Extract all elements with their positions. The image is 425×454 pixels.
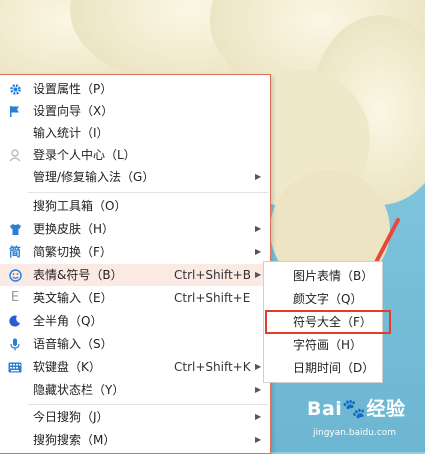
menu-item-label: 登录个人中心（L）: [33, 148, 136, 162]
english-icon: E: [10, 290, 20, 305]
menu-item-settings[interactable]: 设置属性（P）: [0, 78, 268, 100]
menu-item-login[interactable]: 登录个人中心（L）: [0, 144, 268, 166]
menu-item-setup-wizard[interactable]: 设置向导（X）: [0, 100, 268, 122]
menu-item-english-input[interactable]: E 英文输入（E） Ctrl+Shift+E: [0, 287, 268, 309]
submenu-item-label: 图片表情（B）: [293, 269, 374, 283]
baidu-jingyan-watermark: Bai🐾经验 jingyan.baidu.com: [307, 394, 406, 438]
submenu-item-label: 字符画（H）: [293, 338, 363, 352]
context-menu: 设置属性（P） 设置向导（X） 输入统计（I） 登录个人中心（L） 管理/修复输…: [0, 74, 271, 454]
menu-item-label: 管理/修复输入法（G）: [33, 170, 155, 184]
emoji-symbols-submenu: 图片表情（B） 颜文字（Q） 符号大全（F） 字符画（H） 日期时间（D）: [263, 261, 391, 383]
submenu-arrow-icon: ▶: [255, 385, 262, 394]
submenu-arrow-icon: ▶: [255, 224, 262, 233]
submenu-item-symbol-collection[interactable]: 符号大全（F）: [265, 310, 391, 334]
moon-icon: [8, 314, 22, 328]
submenu-item-label: 日期时间（D）: [293, 361, 375, 375]
shirt-icon: [8, 222, 22, 236]
submenu-arrow-icon: ▶: [255, 270, 262, 279]
menu-item-label: 设置向导（X）: [33, 104, 114, 118]
shortcut-label: Ctrl+Shift+E: [174, 291, 251, 305]
menu-item-label: 软键盘（K）: [33, 360, 101, 374]
submenu-item-ascii-art[interactable]: 字符画（H）: [264, 334, 382, 356]
menu-item-label: 今日搜狗（J）: [33, 410, 109, 424]
submenu-arrow-icon: ▶: [255, 435, 262, 444]
submenu-arrow-icon: ▶: [255, 412, 262, 421]
menu-item-voice-input[interactable]: 语音输入（S）: [0, 333, 268, 355]
flag-icon: [8, 104, 22, 118]
submenu-item-picture-emoji[interactable]: 图片表情（B）: [264, 265, 382, 287]
menu-item-toolbox[interactable]: 搜狗工具箱（O）: [0, 195, 268, 217]
menu-item-label: 表情&符号（B）: [33, 268, 123, 282]
gear-icon: [8, 82, 22, 96]
menu-item-sogou-search[interactable]: 搜狗搜索（M） ▶: [0, 429, 268, 451]
menu-item-label: 全半角（Q）: [33, 314, 103, 328]
watermark-logo: Bai🐾经验: [307, 398, 406, 420]
menu-item-label: 语音输入（S）: [33, 337, 113, 351]
watermark-url: jingyan.baidu.com: [313, 428, 397, 438]
menu-item-soft-keyboard[interactable]: 软键盘（K） Ctrl+Shift+K ▶: [0, 356, 268, 378]
shortcut-label: Ctrl+Shift+K: [174, 360, 251, 374]
menu-item-input-stats[interactable]: 输入统计（I）: [0, 122, 268, 144]
submenu-item-date-time[interactable]: 日期时间（D）: [264, 357, 382, 379]
menu-item-change-skin[interactable]: 更换皮肤（H） ▶: [0, 218, 268, 240]
submenu-item-label: 符号大全（F）: [293, 315, 372, 329]
jian-icon: 简: [8, 245, 21, 259]
submenu-arrow-icon: ▶: [255, 247, 262, 256]
menu-item-manage-repair[interactable]: 管理/修复输入法（G） ▶: [0, 166, 268, 188]
submenu-item-kaomoji[interactable]: 颜文字（Q）: [264, 288, 382, 310]
menu-separator: [28, 192, 268, 193]
menu-item-label: 隐藏状态栏（Y）: [33, 383, 125, 397]
user-icon: [8, 148, 22, 162]
menu-item-label: 更换皮肤（H）: [33, 222, 115, 236]
menu-item-today-sogou[interactable]: 今日搜狗（J） ▶: [0, 406, 268, 428]
shortcut-label: Ctrl+Shift+B: [174, 268, 251, 282]
menu-item-label: 英文输入（E）: [33, 291, 113, 305]
menu-item-simplified-traditional[interactable]: 简 简繁切换（F） ▶: [0, 241, 268, 263]
menu-item-label: 搜狗工具箱（O）: [33, 199, 127, 213]
menu-separator: [28, 404, 268, 405]
keyboard-icon: [8, 360, 22, 374]
menu-item-label: 简繁切换（F）: [33, 245, 112, 259]
menu-item-label: 搜狗搜索（M）: [33, 433, 116, 447]
menu-item-hide-status-bar[interactable]: 隐藏状态栏（Y） ▶: [0, 379, 268, 401]
mic-icon: [8, 337, 22, 351]
submenu-item-label: 颜文字（Q）: [293, 292, 363, 306]
menu-item-label: 输入统计（I）: [33, 126, 109, 140]
menu-item-emoji-symbols[interactable]: 表情&符号（B） Ctrl+Shift+B ▶: [0, 264, 268, 286]
menu-item-label: 设置属性（P）: [33, 82, 113, 96]
submenu-arrow-icon: ▶: [255, 362, 262, 371]
smiley-icon: [8, 268, 22, 282]
submenu-arrow-icon: ▶: [255, 172, 262, 181]
menu-item-full-half-width[interactable]: 全半角（Q）: [0, 310, 268, 332]
